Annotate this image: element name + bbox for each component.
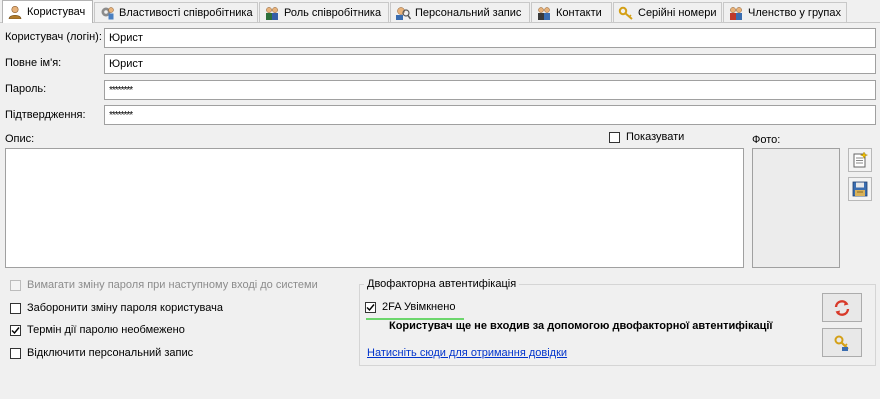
forbid-password-change-label: Заборонити зміну пароля користувача [27, 302, 223, 314]
confirm-label: Підтвердження: [5, 109, 86, 121]
disable-personal-record-label: Відключити персональний запис [27, 347, 194, 359]
twofa-settings-button[interactable] [822, 328, 862, 357]
contacts-icon [538, 6, 550, 20]
photo-box [752, 148, 840, 268]
description-label: Опис: [5, 133, 35, 145]
checkbox-box[interactable] [10, 302, 21, 314]
tab-contacts[interactable]: Контакти [531, 2, 612, 22]
tab-label: Персональний запис [415, 6, 522, 19]
tab-label: Членство у групах [748, 6, 842, 19]
checkbox-box[interactable] [365, 301, 376, 313]
new-document-icon [853, 151, 869, 168]
description-textarea[interactable] [5, 148, 744, 268]
twofa-group-title: Двофакторна автентифікація [364, 278, 520, 290]
role-icon [266, 6, 278, 20]
key-wand-icon [834, 335, 849, 351]
help-link[interactable]: Натисніть сюди для отримання довідки [367, 347, 567, 359]
tab-employee-role[interactable]: Роль співробітника [259, 2, 389, 22]
checkmark-icon [366, 303, 375, 311]
tab-user[interactable]: Користувач [2, 0, 93, 23]
password-never-expires-checkbox[interactable]: Термін дії паролю необмежено [10, 324, 185, 336]
key-icon [618, 6, 633, 20]
login-input[interactable]: Юрист [104, 28, 876, 48]
tab-label: Користувач [27, 6, 86, 18]
password-never-expires-label: Термін дії паролю необмежено [27, 324, 185, 336]
require-password-change-checkbox[interactable]: Вимагати зміну пароля при наступному вхо… [10, 279, 318, 291]
password-input[interactable]: ******** [104, 80, 876, 100]
password-label: Пароль: [5, 83, 47, 95]
fullname-label: Повне ім'я: [5, 57, 62, 69]
fullname-input[interactable]: Юрист [104, 54, 876, 74]
checkbox-box[interactable] [609, 131, 620, 143]
tab-label: Роль співробітника [284, 6, 382, 19]
checkbox-box[interactable] [10, 324, 21, 336]
checkbox-box[interactable] [10, 279, 21, 291]
show-label: Показувати [626, 131, 685, 143]
tab-employee-properties[interactable]: Властивості співробітника [94, 2, 258, 22]
require-password-change-label: Вимагати зміну пароля при наступному вхо… [27, 279, 318, 291]
tab-group-membership[interactable]: Членство у групах [723, 2, 847, 22]
group-icon [730, 6, 742, 20]
tab-label: Серійні номери [638, 6, 717, 19]
tab-label: Властивості співробітника [119, 6, 253, 19]
refresh-icon [834, 299, 850, 316]
employee-properties-icon [101, 6, 114, 19]
tab-serial-numbers[interactable]: Серійні номери [613, 2, 722, 22]
checkbox-box[interactable] [10, 347, 21, 359]
save-disk-icon [852, 181, 868, 197]
confirm-password-input[interactable]: ******** [104, 105, 876, 125]
tab-label: Контакти [556, 6, 602, 19]
twofa-enabled-label: 2FA Увімкнено [382, 301, 456, 313]
twofa-status-text: Користувач ще не входив за допомогою дво… [389, 320, 773, 332]
login-label: Користувач (логін): [5, 31, 102, 43]
personal-record-icon [396, 6, 411, 20]
tab-bar: Користувач Властивості співробітника Рол… [0, 0, 880, 23]
show-checkbox[interactable]: Показувати [609, 131, 684, 143]
user-icon [8, 5, 22, 19]
load-photo-button[interactable] [848, 148, 872, 172]
twofa-enabled-checkbox[interactable]: 2FA Увімкнено [365, 301, 455, 313]
save-photo-button[interactable] [848, 177, 872, 201]
checkmark-icon [11, 326, 20, 334]
photo-label: Фото: [752, 134, 781, 146]
tab-personal-record[interactable]: Персональний запис [390, 2, 530, 22]
forbid-password-change-checkbox[interactable]: Заборонити зміну пароля користувача [10, 302, 223, 314]
reset-twofa-button[interactable] [822, 293, 862, 322]
disable-personal-record-checkbox[interactable]: Відключити персональний запис [10, 347, 193, 359]
